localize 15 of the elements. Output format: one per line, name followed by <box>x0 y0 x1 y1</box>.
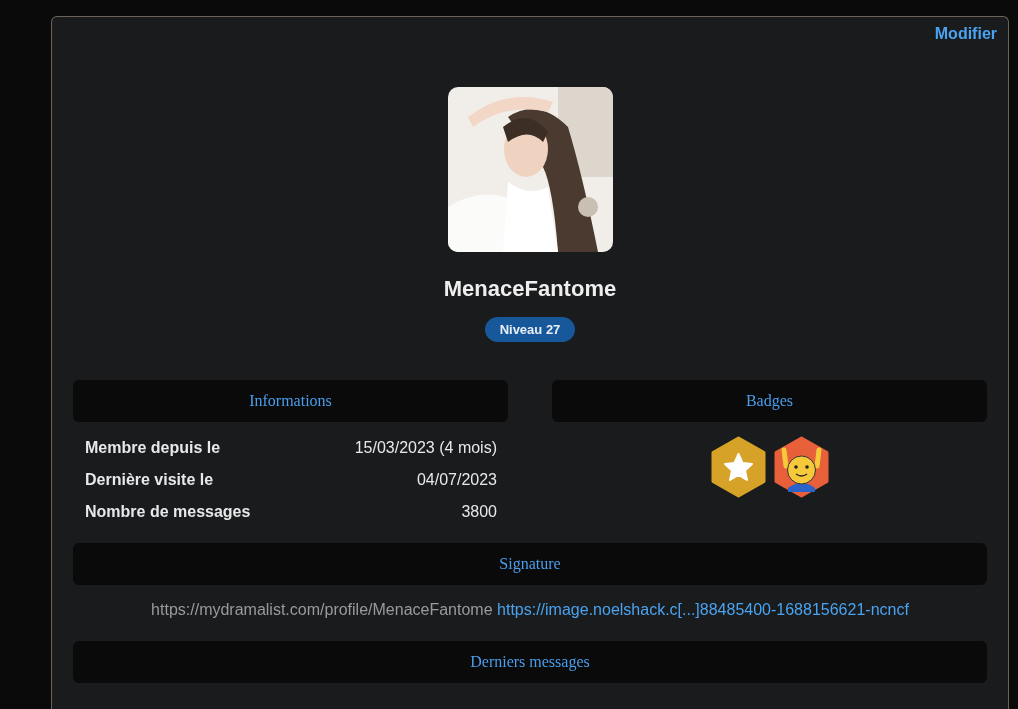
section-header: Informations <box>73 380 508 422</box>
username: MenaceFantome <box>443 276 617 302</box>
section-header: Badges <box>552 380 987 422</box>
info-label: Dernière visite le <box>85 471 214 489</box>
edit-link[interactable]: Modifier <box>934 25 997 43</box>
section-header: Derniers messages <box>73 641 987 683</box>
section-header: Signature <box>73 543 987 585</box>
info-label: Nombre de messages <box>85 503 251 521</box>
info-value: 15/03/2023 (4 mois) <box>354 439 497 457</box>
signature-text: https://mydramalist.com/profile/MenaceFantome <box>151 601 493 618</box>
info-value: 04/07/2023 <box>416 471 497 489</box>
info-value: 3800 <box>461 503 497 521</box>
info-label: Membre depuis le <box>85 439 221 457</box>
level-badge: Niveau 27 <box>484 317 576 342</box>
signature-link[interactable]: https://image.noelshack.c[...]88485400-1688156621-ncncf <box>497 601 909 618</box>
